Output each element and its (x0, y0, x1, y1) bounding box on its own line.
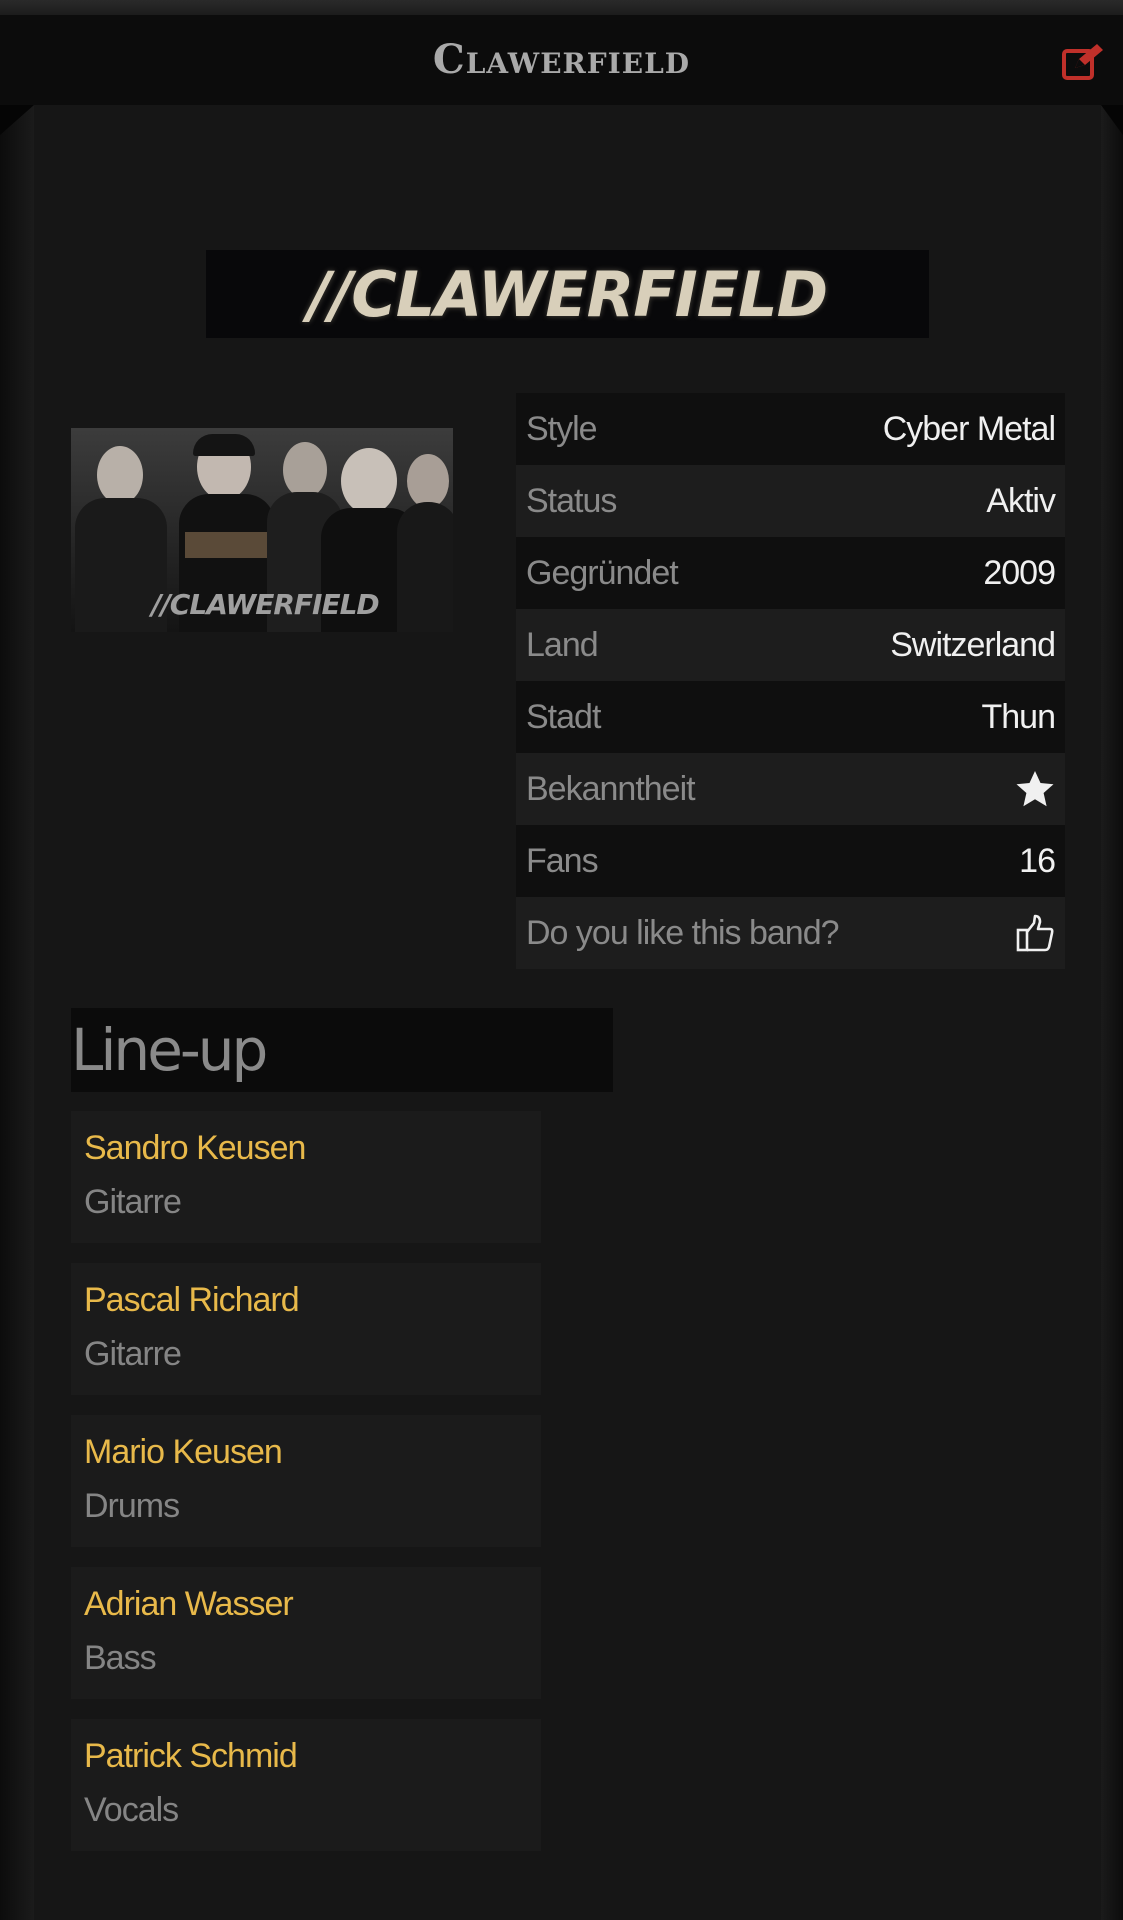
info-row-founded: Gegründet 2009 (516, 537, 1065, 609)
info-value: Aktiv (986, 481, 1056, 520)
band-logo-text: //CLAWERFIELD (307, 257, 828, 331)
member-name[interactable]: Adrian Wasser (84, 1585, 294, 1624)
info-label: Do you like this band? (526, 913, 840, 952)
info-row-style: Style Cyber Metal (516, 393, 1065, 465)
info-row-country: Land Switzerland (516, 609, 1065, 681)
info-label: Land (526, 625, 599, 664)
info-value: Cyber Metal (882, 409, 1056, 448)
band-info-table: Style Cyber Metal Status Aktiv Gegründet… (516, 393, 1065, 969)
info-label: Status (526, 481, 617, 520)
lineup-member[interactable]: Sandro Keusen Gitarre (71, 1111, 541, 1243)
info-row-like: Do you like this band? (516, 897, 1065, 969)
thumbs-up-icon[interactable] (1015, 913, 1055, 953)
member-name[interactable]: Sandro Keusen (84, 1129, 306, 1168)
right-corner (1101, 105, 1123, 135)
member-role: Bass (84, 1639, 157, 1677)
member-role: Vocals (84, 1791, 179, 1829)
star-icon (1016, 771, 1054, 807)
info-label: Bekanntheit (526, 769, 696, 808)
member-role: Gitarre (84, 1335, 182, 1373)
info-label: Fans (526, 841, 599, 880)
left-corner (0, 105, 34, 135)
member-name[interactable]: Pascal Richard (84, 1281, 300, 1320)
edit-button[interactable] (1061, 42, 1105, 82)
info-row-fans: Fans 16 (516, 825, 1065, 897)
member-role: Drums (84, 1487, 180, 1525)
member-name[interactable]: Patrick Schmid (84, 1737, 298, 1776)
left-frame (0, 105, 34, 1920)
top-strip (0, 0, 1123, 15)
info-label: Stadt (526, 697, 601, 736)
page-title: Clawerfield (432, 36, 691, 83)
lineup-member[interactable]: Mario Keusen Drums (71, 1415, 541, 1547)
info-label: Style (526, 409, 598, 448)
band-photo[interactable]: //CLAWERFIELD (71, 428, 453, 632)
edit-icon (1062, 44, 1103, 80)
band-logo: //CLAWERFIELD (206, 250, 929, 338)
info-value: 16 (1019, 841, 1056, 880)
lineup-title: Line-up (71, 1016, 268, 1084)
info-value: Thun (981, 697, 1056, 736)
info-row-status: Status Aktiv (516, 465, 1065, 537)
info-value: Switzerland (890, 625, 1056, 664)
lineup-member[interactable]: Adrian Wasser Bass (71, 1567, 541, 1699)
info-row-popularity: Bekanntheit (516, 753, 1065, 825)
photo-caption: //CLAWERFIELD (151, 588, 379, 621)
right-frame (1101, 105, 1123, 1920)
lineup-header: Line-up (71, 1008, 613, 1092)
info-value: 2009 (983, 553, 1056, 592)
lineup-member[interactable]: Pascal Richard Gitarre (71, 1263, 541, 1395)
app-header: Clawerfield (0, 15, 1123, 105)
info-label: Gegründet (526, 553, 679, 592)
lineup-member[interactable]: Patrick Schmid Vocals (71, 1719, 541, 1851)
member-name[interactable]: Mario Keusen (84, 1433, 283, 1472)
member-role: Gitarre (84, 1183, 182, 1221)
info-row-city: Stadt Thun (516, 681, 1065, 753)
